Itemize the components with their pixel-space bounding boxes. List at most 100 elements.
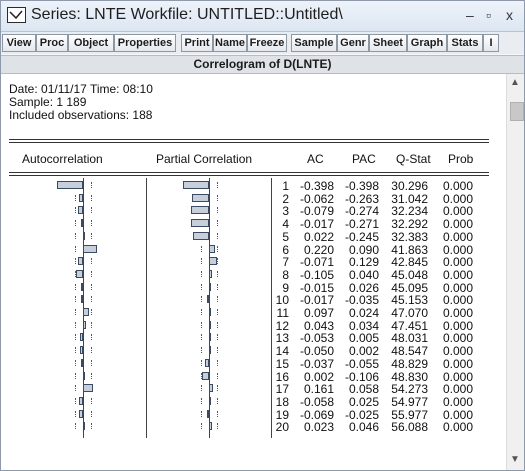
confidence-band-mark <box>217 207 218 214</box>
pac-header: PAC <box>352 152 376 166</box>
ac-bar <box>83 384 94 393</box>
confidence-band-mark <box>75 309 76 315</box>
pac-bar <box>209 333 211 342</box>
confidence-band-mark <box>75 207 76 214</box>
confidence-band-mark <box>91 283 92 290</box>
confidence-band-mark <box>201 334 202 341</box>
confidence-band-mark <box>75 258 76 265</box>
series-window: Series: LNTE Workfile: UNTITLED::Untitle… <box>0 0 525 471</box>
confidence-band-mark <box>217 385 218 392</box>
confidence-band-mark <box>217 296 218 303</box>
sample-button[interactable]: Sample <box>291 34 337 52</box>
confidence-band-mark <box>75 283 76 290</box>
vertical-scrollbar[interactable]: ▲ ▼ <box>506 74 524 470</box>
header-rule-bottom <box>9 172 489 173</box>
ac-bar <box>79 396 83 405</box>
confidence-band-mark <box>217 334 218 341</box>
confidence-band-mark <box>91 397 92 404</box>
confidence-band-mark <box>75 334 76 341</box>
confidence-band-mark <box>75 372 76 379</box>
stats-button[interactable]: Stats <box>447 34 483 52</box>
confidence-band-mark <box>75 410 76 417</box>
confidence-band-mark <box>91 182 92 188</box>
confidence-band-mark <box>201 423 202 430</box>
pac-bar <box>206 295 209 304</box>
prob-cell: 0.000 <box>442 420 473 435</box>
scroll-thumb[interactable] <box>510 102 524 121</box>
confidence-band-mark <box>91 296 92 303</box>
confidence-band-mark <box>91 207 92 214</box>
confidence-band-mark <box>201 283 202 290</box>
pac-bar <box>209 320 212 329</box>
confidence-band-mark <box>75 347 76 354</box>
confidence-band-mark <box>217 423 218 430</box>
confidence-band-mark <box>91 220 92 227</box>
partial-correlation-header: Partial Correlation <box>156 152 253 166</box>
maximize-button[interactable]: ▫ <box>486 7 491 23</box>
confidence-band-mark <box>75 194 76 201</box>
confidence-band-mark <box>201 359 202 366</box>
ac-bar <box>83 308 90 316</box>
confidence-band-mark <box>75 397 76 404</box>
sample-line: Sample: 1 189 <box>9 95 87 109</box>
freeze-button[interactable]: Freeze <box>247 34 287 52</box>
name-button[interactable]: Name <box>213 34 247 52</box>
pac-bar <box>183 181 209 189</box>
pac-bar <box>209 269 212 278</box>
ac-bar <box>77 206 83 215</box>
confidence-band-mark <box>201 309 202 315</box>
print-button[interactable]: Print <box>181 34 213 52</box>
confidence-band-mark <box>91 334 92 341</box>
pac-bar <box>191 219 209 228</box>
confidence-band-mark <box>217 283 218 290</box>
header-rule-bottom <box>9 175 489 176</box>
autocorrelation-header: Autocorrelation <box>22 152 103 166</box>
lag-cell: 20 <box>275 420 289 435</box>
graph-button[interactable]: Graph <box>407 34 447 52</box>
confidence-band-mark <box>217 359 218 366</box>
confidence-band-mark <box>91 194 92 201</box>
pac-bar <box>209 422 212 431</box>
ac-bar <box>83 231 85 240</box>
view-button[interactable]: View <box>2 34 36 52</box>
minimize-button[interactable]: – <box>466 7 474 23</box>
chevron-down-icon[interactable]: ▼ <box>510 454 520 465</box>
chevron-up-icon[interactable]: ▲ <box>510 77 520 88</box>
window-title: Series: LNTE Workfile: UNTITLED::Untitle… <box>31 6 343 23</box>
date-time-line: Date: 01/11/17 Time: 08:10 <box>9 82 153 96</box>
ac-bar <box>81 282 83 291</box>
confidence-band-mark <box>217 309 218 315</box>
confidence-band-mark <box>75 245 76 252</box>
ac-bar <box>57 181 83 189</box>
ac-bar <box>78 193 83 202</box>
proc-button[interactable]: Proc <box>36 34 68 52</box>
pac-bar <box>209 244 215 253</box>
genr-button[interactable]: Genr <box>337 34 369 52</box>
prob-header: Prob <box>448 152 474 166</box>
pac-bar <box>193 231 209 240</box>
object-button[interactable]: Object <box>68 34 114 52</box>
properties-button[interactable]: Properties <box>114 34 176 52</box>
pac-bar <box>209 257 218 266</box>
confidence-band-mark <box>75 220 76 227</box>
ac-bar <box>83 244 98 253</box>
confidence-band-mark <box>201 397 202 404</box>
confidence-band-mark <box>75 385 76 392</box>
view-caption: Correlogram of D(LNTE) <box>1 55 524 74</box>
qstat-header: Q-Stat <box>396 152 431 166</box>
confidence-band-mark <box>91 372 92 379</box>
correlogram-table[interactable]: Date: 01/11/17 Time: 08:10 Sample: 1 189… <box>1 74 506 470</box>
column-separator <box>146 178 147 438</box>
sheet-button[interactable]: Sheet <box>369 34 407 52</box>
ac-bar <box>83 371 85 380</box>
pac-bar <box>209 282 211 291</box>
confidence-band-mark <box>217 182 218 188</box>
confidence-band-mark <box>91 258 92 265</box>
pac-bar <box>191 206 209 215</box>
close-button[interactable]: x <box>506 7 513 23</box>
pac-bar <box>209 308 211 316</box>
ac-bar <box>81 219 83 228</box>
title-bar[interactable]: Series: LNTE Workfile: UNTITLED::Untitle… <box>1 1 524 32</box>
ident-button[interactable]: I <box>483 34 499 52</box>
ac-bar <box>80 358 83 367</box>
